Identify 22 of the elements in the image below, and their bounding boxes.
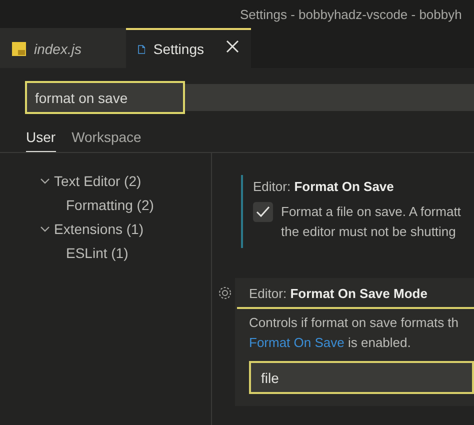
setting-description: Controls if format on save formats th Format On Save is enabled.: [248, 314, 460, 352]
checkbox[interactable]: [253, 202, 273, 222]
gear-icon[interactable]: [218, 286, 232, 300]
tree-item[interactable]: Extensions (1): [54, 221, 144, 237]
setting-title: Editor: Format On Save Mode: [249, 286, 428, 301]
chevron-down-icon[interactable]: [40, 176, 50, 186]
window-title: Settings - bobbyhadz-vscode - bobbyh: [240, 6, 462, 22]
setting-description: Format a file on save. A formatt the editor must not be shutting: [281, 203, 461, 241]
editor-tab[interactable]: Settings: [126, 28, 251, 68]
js-file-icon: [12, 42, 26, 56]
chevron-down-icon[interactable]: [40, 224, 50, 234]
setting-title: Editor: Format On Save: [253, 179, 395, 194]
tree-item[interactable]: Text Editor (2): [54, 173, 142, 189]
check-icon: [256, 206, 270, 218]
scope-tab[interactable]: User: [26, 129, 56, 152]
dropdown[interactable]: file: [249, 361, 474, 394]
tree-item[interactable]: ESLint (1): [66, 245, 128, 261]
editor-tab[interactable]: index.js: [0, 28, 126, 68]
scope-tab[interactable]: Workspace: [72, 129, 142, 152]
tree-item[interactable]: Formatting (2): [66, 197, 154, 213]
search-field[interactable]: format on save: [25, 81, 185, 114]
setting-link[interactable]: Format On Save: [249, 335, 344, 350]
